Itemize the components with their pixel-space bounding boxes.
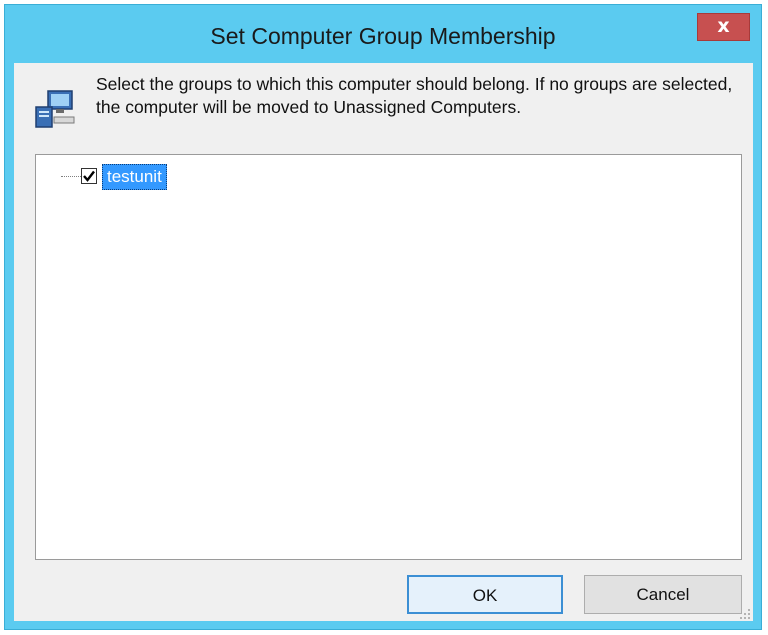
window-title: Set Computer Group Membership: [210, 23, 556, 49]
cancel-button[interactable]: Cancel: [584, 575, 742, 614]
computer-icon: [34, 89, 78, 129]
title-bar[interactable]: Set Computer Group Membership x: [5, 5, 761, 63]
group-checkbox-testunit[interactable]: [81, 168, 97, 184]
group-label-testunit[interactable]: testunit: [102, 164, 167, 190]
dialog-body: Select the groups to which this computer…: [14, 63, 753, 621]
close-button[interactable]: x: [697, 13, 750, 41]
checkmark-icon: [83, 170, 95, 182]
tree-connector-line: [61, 176, 81, 177]
resize-grip-icon[interactable]: [739, 607, 751, 619]
instructions-text: Select the groups to which this computer…: [96, 74, 733, 117]
group-tree[interactable]: testunit: [35, 154, 742, 560]
ok-button[interactable]: OK: [407, 575, 563, 614]
dialog-window: Set Computer Group Membership x Select t…: [4, 4, 762, 630]
close-icon: x: [717, 15, 730, 37]
